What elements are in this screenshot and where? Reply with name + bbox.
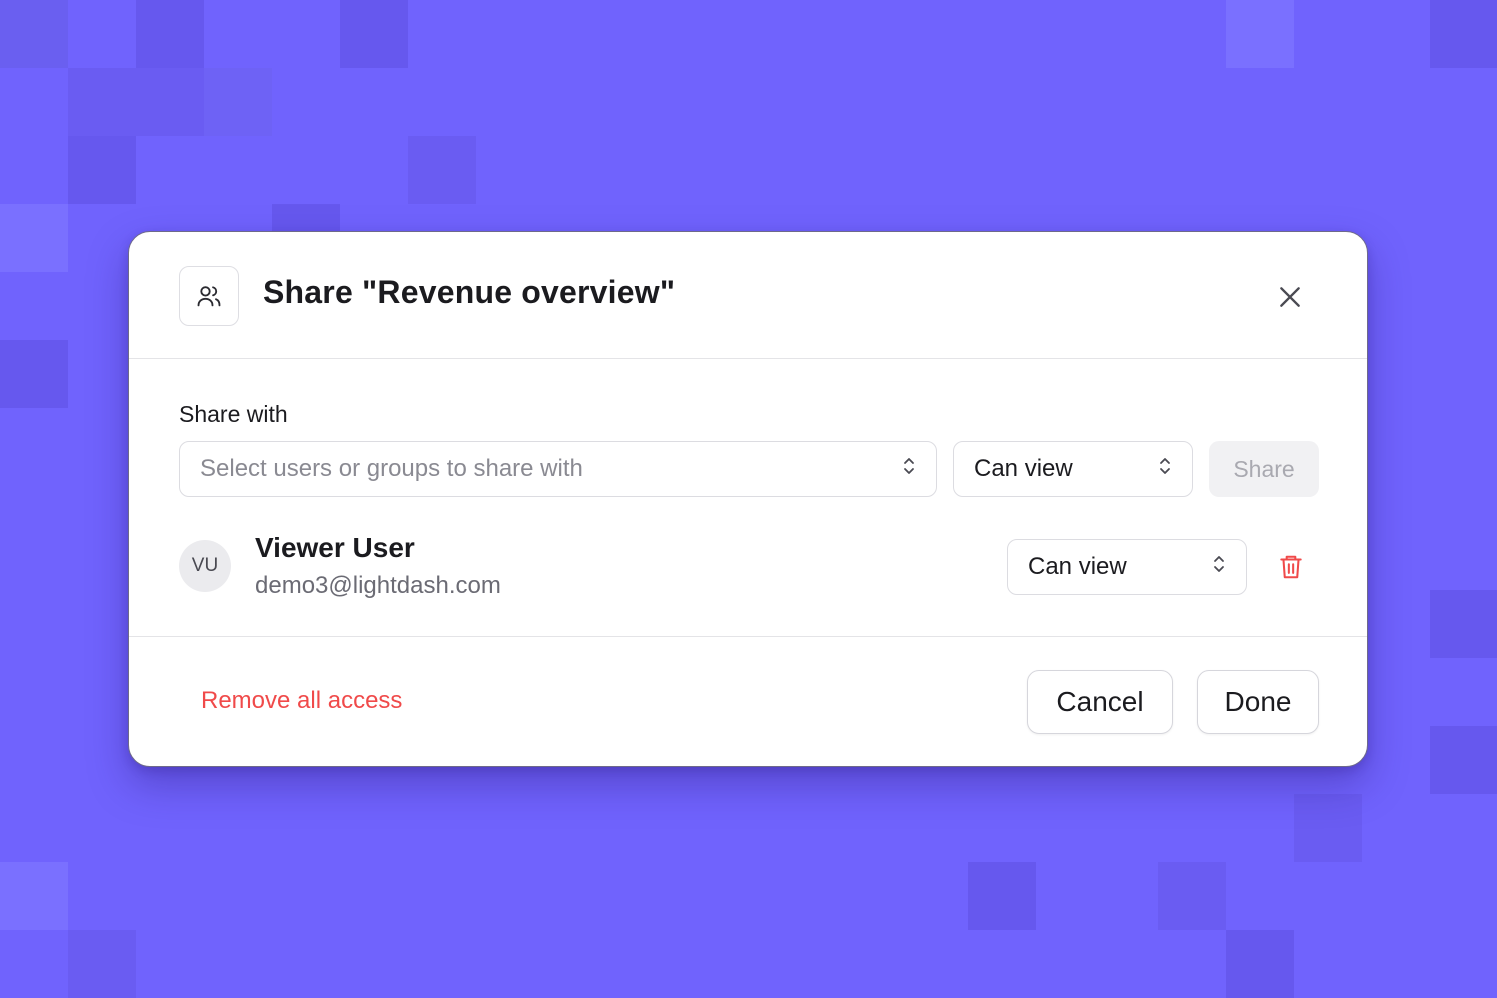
share-button[interactable]: Share (1209, 441, 1319, 497)
users-select-placeholder: Select users or groups to share with (200, 455, 583, 482)
chevron-up-down-icon (1212, 553, 1226, 581)
background-tile (1226, 930, 1294, 998)
users-select[interactable]: Select users or groups to share with (179, 441, 937, 497)
background-tile (1430, 0, 1497, 68)
modal-footer: Remove all access Cancel Done (129, 637, 1367, 768)
background-tile (0, 204, 68, 272)
background-tile (1158, 862, 1226, 930)
background-tile (68, 930, 136, 998)
background-tile (340, 0, 408, 68)
background-tile (204, 68, 272, 136)
modal-body: Share with Select users or groups to sha… (129, 359, 1367, 637)
background-tile (408, 136, 476, 204)
done-button[interactable]: Done (1197, 670, 1319, 734)
background-tile (1226, 0, 1294, 68)
users-icon (179, 266, 239, 326)
background-tile (68, 68, 136, 136)
background-tile (0, 0, 68, 68)
chevron-up-down-icon (902, 455, 916, 483)
permission-select[interactable]: Can view (953, 441, 1193, 497)
background-tile (968, 862, 1036, 930)
user-permission-select[interactable]: Can view (1007, 539, 1247, 595)
share-with-label: Share with (179, 401, 288, 427)
modal-title: Share "Revenue overview" (263, 274, 676, 310)
background-tile (1430, 590, 1497, 658)
background-tile (1294, 794, 1362, 862)
background-tile (136, 0, 204, 68)
cancel-button[interactable]: Cancel (1027, 670, 1173, 734)
chevron-up-down-icon (1158, 455, 1172, 483)
avatar: VU (179, 540, 231, 592)
background-tile (1430, 726, 1497, 794)
background-tile (136, 68, 204, 136)
close-icon[interactable] (1273, 280, 1307, 314)
remove-all-access-link[interactable]: Remove all access (201, 687, 402, 715)
trash-icon[interactable] (1275, 549, 1307, 585)
share-modal: Share "Revenue overview" Share with Sele… (128, 231, 1368, 767)
background-tile (68, 136, 136, 204)
user-email: demo3@lightdash.com (255, 572, 501, 599)
user-permission-value: Can view (1028, 553, 1127, 580)
background-tile (0, 340, 68, 408)
background-tile (0, 862, 68, 930)
permission-select-value: Can view (974, 455, 1073, 482)
user-name: Viewer User (255, 532, 415, 563)
modal-header: Share "Revenue overview" (129, 232, 1367, 359)
